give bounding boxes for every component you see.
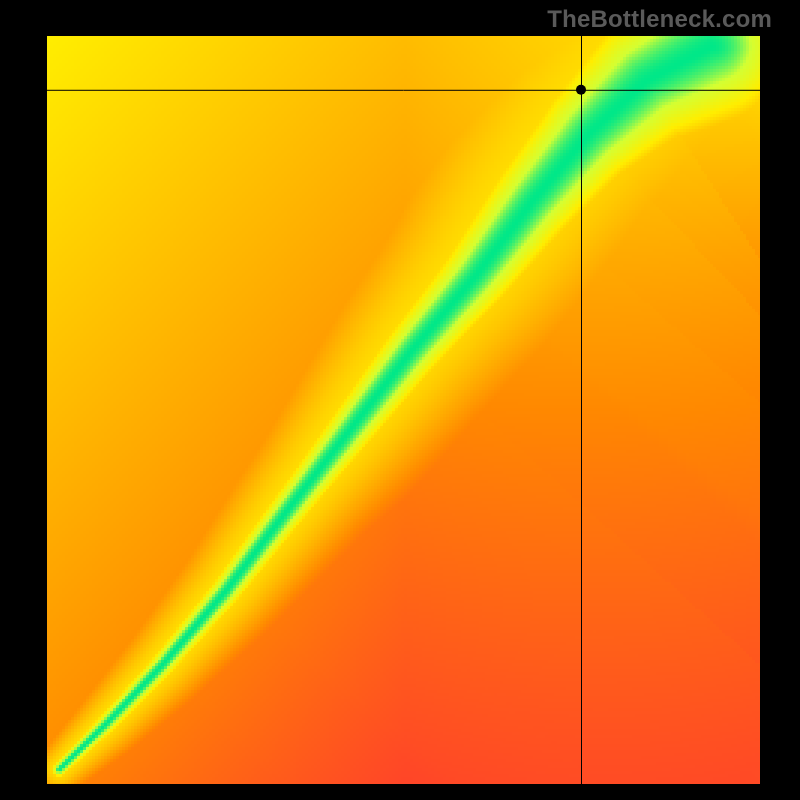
chart-frame: TheBottleneck.com [0,0,800,800]
watermark-text: TheBottleneck.com [547,6,772,34]
crosshair-overlay [47,36,760,784]
